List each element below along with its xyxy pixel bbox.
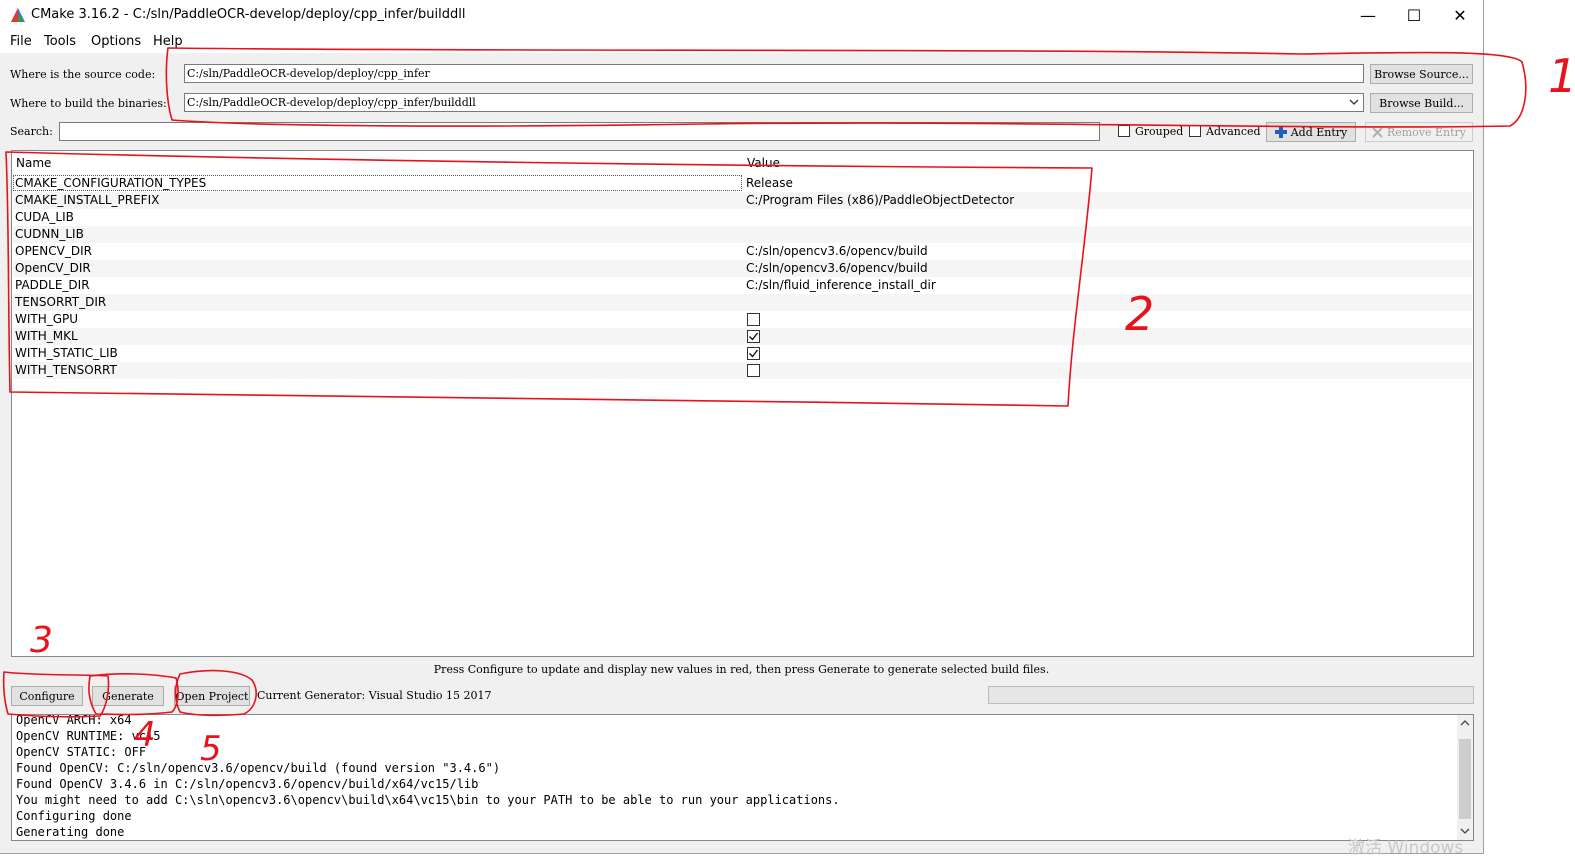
table-row[interactable]: WITH_GPU	[13, 311, 1472, 328]
cache-table: Name Value CMAKE_CONFIGURATION_TYPES Rele…	[11, 150, 1474, 657]
build-label: Where to build the binaries:	[10, 97, 167, 110]
cell-checkbox[interactable]	[747, 313, 760, 326]
menu-bar: File Tools Options Help	[0, 31, 1483, 53]
cell-checkbox[interactable]	[747, 330, 760, 343]
cell-value[interactable]: C:/Program Files (x86)/PaddleObjectDetec…	[746, 192, 1014, 209]
title-bar: CMake 3.16.2 - C:/sln/PaddleOCR-develop/…	[0, 0, 1483, 31]
open-project-button[interactable]: Open Project	[174, 686, 250, 706]
table-row[interactable]: CUDNN_LIB	[13, 226, 1472, 243]
output-line: Found OpenCV: C:/sln/opencv3.6/opencv/bu…	[16, 761, 501, 775]
search-label: Search:	[10, 125, 53, 138]
grouped-checkbox[interactable]	[1118, 125, 1130, 137]
menu-options[interactable]: Options	[91, 34, 141, 49]
output-line: Configuring done	[16, 809, 132, 823]
table-row[interactable]: WITH_MKL	[13, 328, 1472, 345]
minimize-button[interactable]: —	[1345, 0, 1391, 31]
search-input[interactable]	[59, 122, 1100, 141]
chevron-down-icon[interactable]	[1349, 99, 1359, 106]
output-line: OpenCV STATIC: OFF	[16, 745, 147, 759]
add-entry-label: Add Entry	[1290, 125, 1348, 139]
progress-bar	[988, 686, 1474, 704]
cell-name: WITH_MKL	[15, 329, 78, 343]
window-title: CMake 3.16.2 - C:/sln/PaddleOCR-develop/…	[31, 7, 466, 22]
scroll-thumb[interactable]	[1459, 739, 1471, 819]
minimize-icon: —	[1360, 6, 1376, 25]
table-row[interactable]: CMAKE_INSTALL_PREFIX C:/Program Files (x8…	[13, 192, 1472, 209]
remove-entry-button[interactable]: Remove Entry	[1365, 122, 1473, 142]
build-path-value: C:/sln/PaddleOCR-develop/deploy/cpp_infe…	[187, 96, 476, 109]
add-entry-button[interactable]: Add Entry	[1266, 122, 1356, 142]
cell-value[interactable]: C:/sln/opencv3.6/opencv/build	[746, 243, 928, 260]
maximize-button[interactable]: ☐	[1391, 0, 1437, 31]
output-scrollbar[interactable]	[1457, 715, 1473, 840]
output-line: OpenCV ARCH: x64	[16, 714, 132, 727]
cmake-window: CMake 3.16.2 - C:/sln/PaddleOCR-develop/…	[0, 0, 1484, 854]
table-row[interactable]: OpenCV_DIR C:/sln/opencv3.6/opencv/build	[13, 260, 1472, 277]
cell-name: CMAKE_CONFIGURATION_TYPES	[15, 176, 207, 190]
table-row[interactable]: CUDA_LIB	[13, 209, 1472, 226]
source-label: Where is the source code:	[10, 68, 156, 81]
browse-build-button[interactable]: Browse Build...	[1370, 93, 1473, 113]
scroll-up-icon[interactable]	[1460, 719, 1470, 726]
cmake-logo-icon	[11, 8, 25, 22]
browse-source-button[interactable]: Browse Source...	[1370, 64, 1473, 84]
cell-checkbox[interactable]	[747, 347, 760, 360]
menu-file[interactable]: File	[10, 34, 32, 49]
maximize-icon: ☐	[1406, 6, 1422, 25]
table-row[interactable]: OPENCV_DIR C:/sln/opencv3.6/opencv/build	[13, 243, 1472, 260]
annotation-number-1: 1	[1548, 49, 1575, 103]
close-button[interactable]: ✕	[1437, 0, 1483, 31]
windows-activation-watermark: 激活 Windows	[1348, 838, 1464, 858]
advanced-checkbox[interactable]	[1189, 125, 1201, 137]
remove-icon	[1372, 126, 1383, 138]
cell-name: WITH_TENSORRT	[15, 363, 117, 377]
cell-checkbox[interactable]	[747, 364, 760, 377]
current-generator: Current Generator: Visual Studio 15 2017	[257, 689, 492, 702]
output-line: Found OpenCV 3.4.6 in C:/sln/opencv3.6/o…	[16, 777, 479, 791]
plus-icon	[1274, 126, 1287, 138]
table-row[interactable]: WITH_STATIC_LIB	[13, 345, 1472, 362]
cell-name: CMAKE_INSTALL_PREFIX	[15, 193, 160, 207]
column-header-value[interactable]: Value	[747, 156, 780, 170]
info-message: Press Configure to update and display ne…	[433, 663, 1050, 676]
grouped-label: Grouped	[1135, 125, 1184, 138]
cell-name: WITH_STATIC_LIB	[15, 346, 118, 360]
output-line: OpenCV RUNTIME: vc15	[16, 729, 161, 743]
output-line: Generating done	[16, 825, 125, 839]
table-row[interactable]: PADDLE_DIR C:/sln/fluid_inference_install…	[13, 277, 1472, 294]
generate-button[interactable]: Generate	[92, 686, 164, 706]
output-line: You might need to add C:\sln\opencv3.6\o…	[16, 793, 840, 807]
cell-name: OpenCV_DIR	[15, 261, 91, 275]
menu-help[interactable]: Help	[153, 34, 183, 49]
cell-name: CUDA_LIB	[15, 210, 74, 224]
advanced-label: Advanced	[1206, 125, 1261, 138]
close-icon: ✕	[1453, 6, 1467, 25]
output-log[interactable]: OpenCV ARCH: x64 OpenCV RUNTIME: vc15 Open…	[11, 714, 1474, 841]
table-row[interactable]: TENSORRT_DIR	[13, 294, 1472, 311]
cell-name: PADDLE_DIR	[15, 278, 90, 292]
table-row[interactable]: CMAKE_CONFIGURATION_TYPES Release	[13, 175, 1472, 192]
cell-value[interactable]: Release	[746, 175, 793, 192]
cell-value[interactable]: C:/sln/opencv3.6/opencv/build	[746, 260, 928, 277]
column-header-name[interactable]: Name	[16, 156, 51, 170]
source-path-input[interactable]: C:/sln/PaddleOCR-develop/deploy/cpp_infe…	[184, 64, 1364, 83]
build-path-combobox[interactable]: C:/sln/PaddleOCR-develop/deploy/cpp_infe…	[184, 93, 1364, 112]
cell-name: WITH_GPU	[15, 312, 79, 326]
cell-value[interactable]: C:/sln/fluid_inference_install_dir	[746, 277, 936, 294]
cell-name: OPENCV_DIR	[15, 244, 92, 258]
cell-name: CUDNN_LIB	[15, 227, 84, 241]
remove-entry-label: Remove Entry	[1386, 125, 1467, 139]
table-row[interactable]: WITH_TENSORRT	[13, 362, 1472, 379]
menu-tools[interactable]: Tools	[44, 34, 76, 49]
cell-name: TENSORRT_DIR	[15, 295, 107, 309]
configure-button[interactable]: Configure	[11, 686, 83, 706]
